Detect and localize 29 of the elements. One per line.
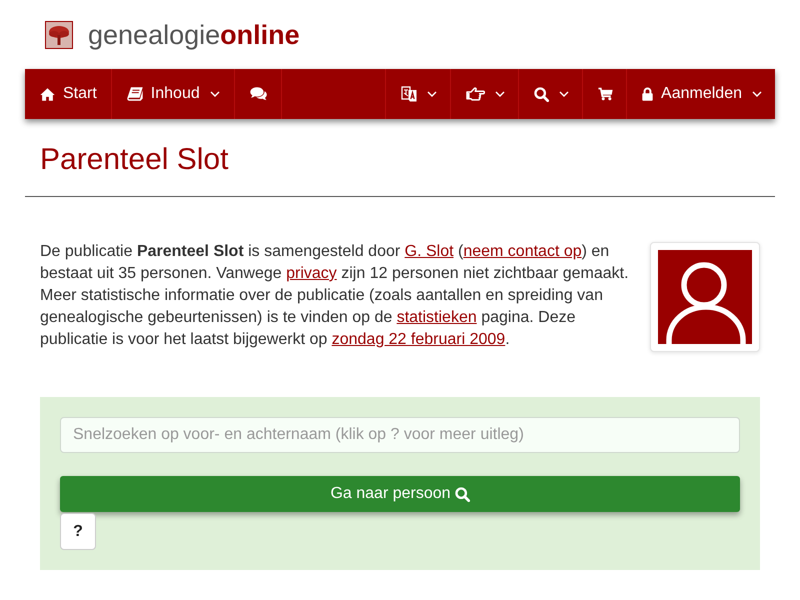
translate-icon bbox=[401, 86, 418, 102]
text-link[interactable]: statistieken bbox=[396, 309, 477, 326]
text-link[interactable]: zondag 22 februari 2009 bbox=[332, 331, 506, 348]
nav-dropdown[interactable]: Inhoud bbox=[112, 69, 235, 119]
nav-dropdown[interactable]: Aanmelden bbox=[626, 69, 775, 119]
chevron-down-icon bbox=[495, 91, 506, 97]
chevron-down-icon bbox=[210, 91, 220, 97]
search-icon bbox=[534, 86, 550, 102]
nav-link[interactable]: Start bbox=[25, 69, 112, 119]
page-title: Parenteel Slot bbox=[39, 142, 230, 178]
text-link[interactable]: neem contact op bbox=[463, 243, 582, 260]
text-link[interactable]: privacy bbox=[286, 265, 337, 282]
search-icon bbox=[454, 486, 470, 502]
pointing-hand-icon bbox=[466, 87, 486, 101]
go-to-person-button[interactable]: Ga naar persoon bbox=[60, 476, 740, 512]
shopping-cart-icon bbox=[598, 87, 614, 101]
book-icon bbox=[126, 87, 143, 101]
chevron-down-icon bbox=[427, 91, 438, 97]
chevron-down-icon bbox=[752, 91, 762, 97]
text-link[interactable]: G. Slot bbox=[404, 243, 454, 260]
chat-bubbles-icon bbox=[250, 87, 267, 101]
lock-icon bbox=[642, 87, 654, 101]
chevron-down-icon bbox=[559, 91, 570, 97]
tree-logo-icon[interactable] bbox=[45, 21, 73, 49]
site-logo-text[interactable]: genealogieonline bbox=[88, 18, 300, 52]
home-icon bbox=[40, 88, 55, 100]
help-button[interactable]: ? bbox=[60, 513, 96, 550]
search-field[interactable]: Snelzoeken op voor- en achternaam (klik op ? voor meer uitleg) bbox=[60, 417, 740, 453]
intro-paragraph: De publicatie Parenteel Slot is samengesteld door G. Slot (neem contact op) en bestaat uit 35 personen. Vanwege privacy zijn 12 personen niet zichtbaar gemaakt. Meer statistische informatie over de publicatie (zoals aantallen en spreiding van genealogische gebeurtenissen) is te vinden op de statistieken pagina. Deze publicatie is voor het laatst bijgewerkt op zondag 22 februari 2009. bbox=[40, 242, 630, 350]
